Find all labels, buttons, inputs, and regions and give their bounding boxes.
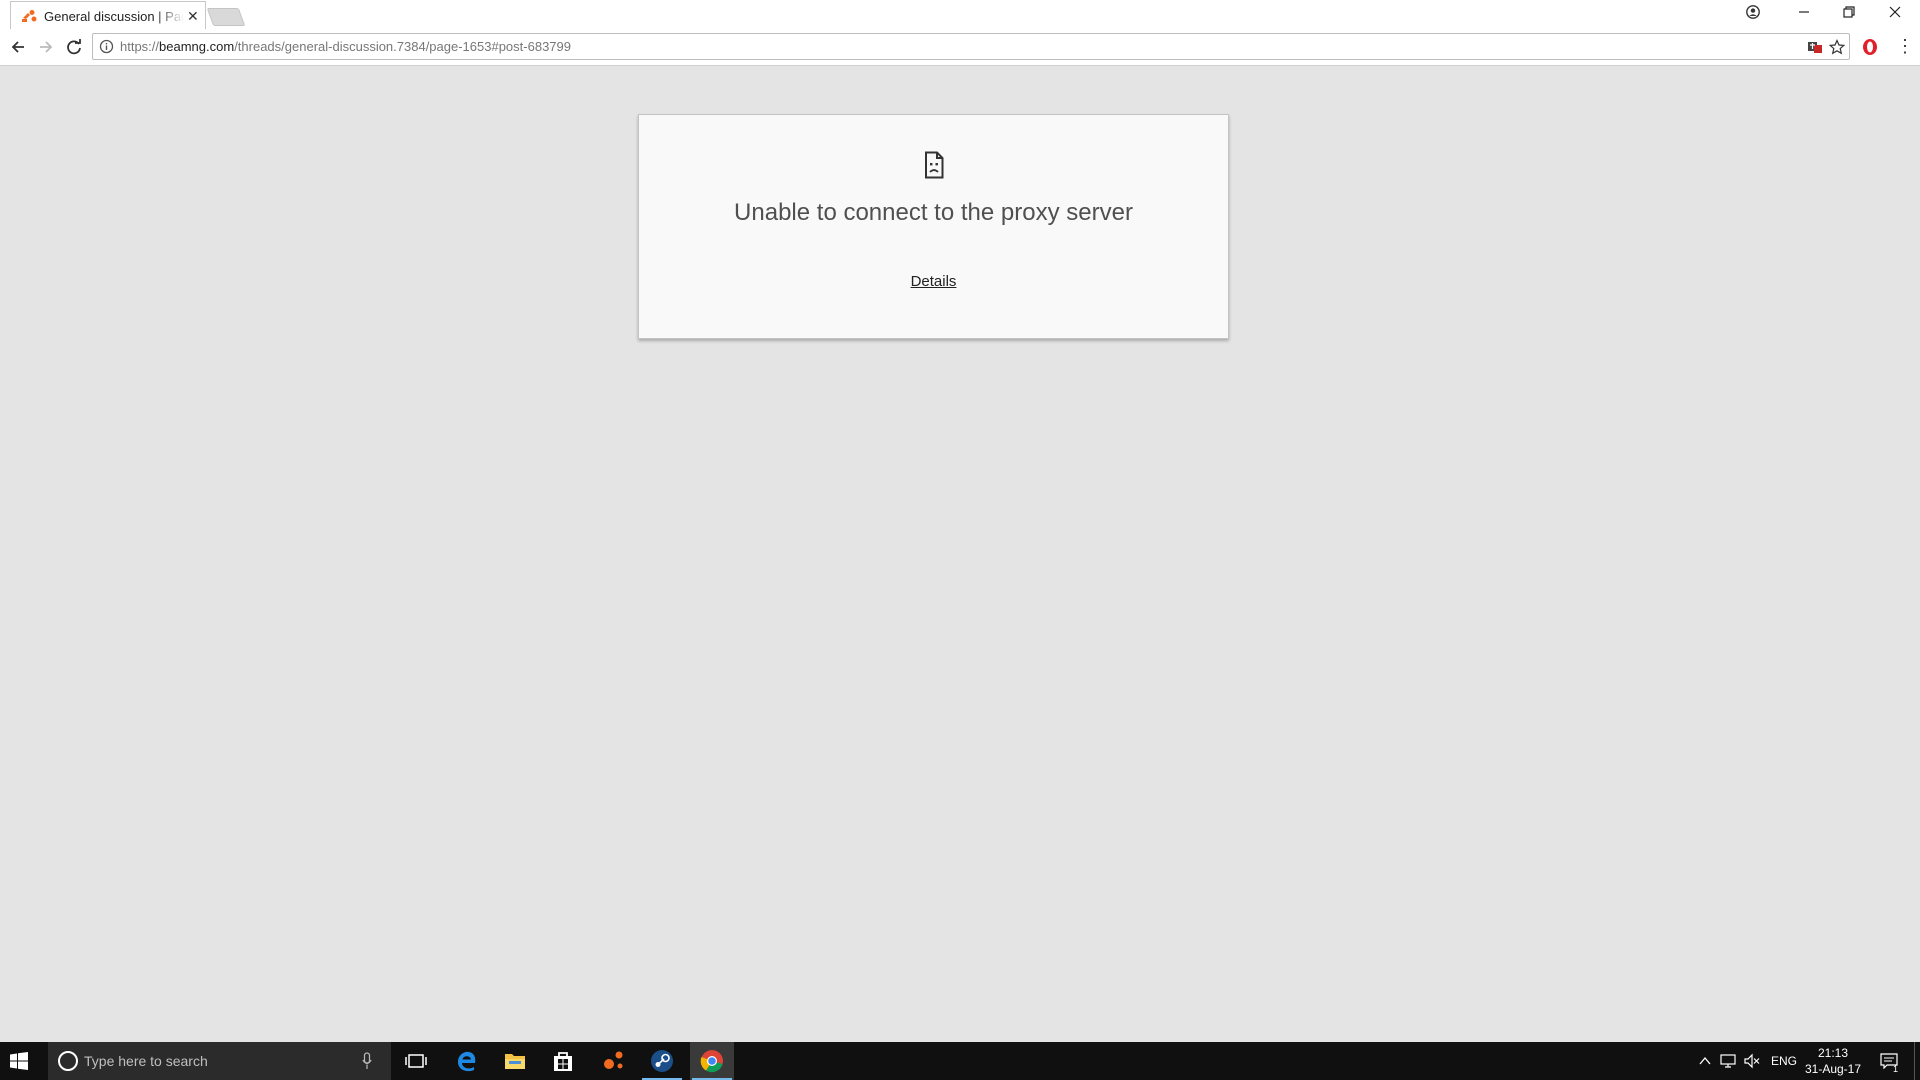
search-input[interactable]: Type here to search bbox=[48, 1042, 391, 1080]
url-path: /threads/general-discussion.7384/page-16… bbox=[234, 39, 571, 54]
url-host: beamng.com bbox=[159, 39, 235, 54]
back-arrow-icon[interactable] bbox=[8, 37, 28, 57]
minimize-icon[interactable] bbox=[1797, 5, 1811, 19]
steam-icon[interactable] bbox=[650, 1049, 674, 1073]
edge-icon[interactable] bbox=[455, 1049, 479, 1073]
task-view-icon[interactable] bbox=[404, 1049, 428, 1073]
new-tab-button[interactable] bbox=[206, 8, 246, 26]
menu-kebab-icon[interactable]: ⋮ bbox=[1896, 36, 1914, 56]
url-scheme: https:// bbox=[120, 39, 160, 54]
translate-blocked-icon[interactable] bbox=[1807, 39, 1823, 55]
info-icon[interactable] bbox=[99, 39, 114, 54]
notification-count-badge: 1 bbox=[1893, 1064, 1899, 1074]
clock-date: 31-Aug-17 bbox=[1804, 1062, 1862, 1076]
taskbar: Type here to search ENG 21:13 31-Aug-17 … bbox=[0, 1042, 1920, 1080]
origin-icon[interactable] bbox=[601, 1049, 625, 1073]
close-window-icon[interactable] bbox=[1888, 5, 1902, 19]
search-placeholder: Type here to search bbox=[84, 1053, 208, 1069]
clock-time: 21:13 bbox=[1817, 1046, 1849, 1060]
tab-title: General discussion | Page 1653 bbox=[44, 9, 184, 24]
file-explorer-icon[interactable] bbox=[503, 1049, 527, 1073]
browser-tab[interactable]: General discussion | Page 1653 ✕ bbox=[10, 1, 206, 29]
chrome-taskbar-button[interactable] bbox=[690, 1042, 734, 1080]
reload-icon[interactable] bbox=[64, 37, 84, 57]
chevron-up-icon[interactable] bbox=[1699, 1056, 1711, 1066]
store-icon[interactable] bbox=[551, 1049, 575, 1073]
restore-icon[interactable] bbox=[1842, 5, 1856, 19]
address-bar[interactable]: https://beamng.com/threads/general-discu… bbox=[92, 33, 1850, 60]
sad-document-icon bbox=[925, 151, 944, 179]
volume-muted-icon[interactable] bbox=[1744, 1053, 1760, 1069]
clock[interactable]: 21:13 31-Aug-17 bbox=[1793, 1045, 1873, 1077]
url-text[interactable]: https://beamng.com/threads/general-discu… bbox=[120, 39, 571, 54]
details-link[interactable]: Details bbox=[639, 273, 1228, 290]
network-icon[interactable] bbox=[1720, 1053, 1736, 1069]
browser-toolbar: https://beamng.com/threads/general-discu… bbox=[0, 29, 1920, 66]
show-desktop-button[interactable] bbox=[1914, 1042, 1915, 1080]
microphone-icon[interactable] bbox=[362, 1052, 372, 1070]
error-title: Unable to connect to the proxy server bbox=[734, 199, 1133, 226]
error-card: Unable to connect to the proxy server De… bbox=[638, 114, 1229, 339]
tab-close-icon[interactable]: ✕ bbox=[187, 8, 199, 24]
cortana-icon[interactable] bbox=[58, 1051, 78, 1071]
profile-icon[interactable] bbox=[1746, 5, 1760, 19]
beamng-favicon-icon bbox=[22, 10, 37, 22]
chrome-icon bbox=[700, 1050, 723, 1073]
opera-vpn-icon[interactable] bbox=[1862, 38, 1878, 56]
tab-strip: General discussion | Page 1653 ✕ bbox=[0, 0, 1920, 29]
bookmark-star-icon[interactable] bbox=[1829, 39, 1845, 55]
forward-arrow-icon[interactable] bbox=[36, 37, 56, 57]
windows-start-icon[interactable] bbox=[10, 1052, 28, 1070]
